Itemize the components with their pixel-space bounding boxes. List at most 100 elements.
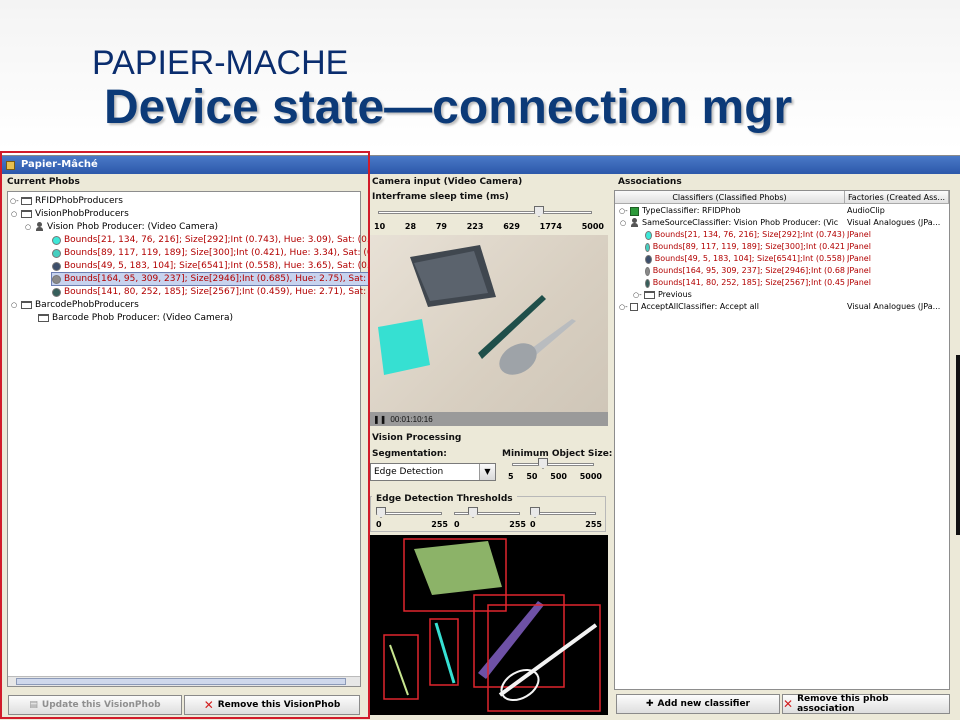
phob-color-icon (645, 254, 652, 264)
cloth-edges (414, 541, 502, 595)
associations-table[interactable]: Classifiers (Classified Phobs) Factories… (614, 190, 950, 690)
table-row[interactable]: ○ SameSourceClassifier: Vision Phob Prod… (615, 217, 949, 229)
folder-icon (21, 301, 32, 309)
slider-track (454, 512, 520, 515)
cell-text: Bounds[89, 117, 119, 189]; Size[300];Int… (652, 242, 845, 251)
threshold-slider-3[interactable] (530, 506, 596, 520)
classifier-cell: Bounds[141, 80, 252, 185]; Size[2567];In… (645, 277, 845, 289)
table-row[interactable]: Bounds[89, 117, 119, 189]; Size[300];Int… (615, 241, 949, 253)
threshold-slider-2[interactable] (454, 506, 520, 520)
edge-detection-view (370, 535, 608, 715)
column-header-factories[interactable]: Factories (Created Ass... (845, 191, 949, 204)
expand-icon[interactable]: ○- (633, 289, 642, 301)
expand-icon[interactable]: ○- (10, 195, 19, 207)
phob-item[interactable]: Bounds[89, 117, 119, 189]; Size[300];Int… (52, 247, 396, 259)
add-icon: ✚ (646, 699, 654, 709)
table-row[interactable]: Bounds[141, 80, 252, 185]; Size[2567];In… (615, 277, 949, 289)
slider-thumb[interactable] (468, 507, 478, 518)
tree-node-label: BarcodePhobProducers (35, 300, 139, 310)
slider-thumb[interactable] (534, 206, 544, 217)
pause-icon[interactable]: ❚❚ (373, 415, 386, 424)
folder-icon (21, 210, 32, 218)
teal-edges (434, 622, 456, 684)
threshold-slider-1[interactable] (376, 506, 442, 520)
tree-node-vision[interactable]: ○ VisionPhobProducers (10, 208, 129, 220)
factory-cell: JPanel (847, 266, 871, 275)
slider-thumb[interactable] (538, 458, 548, 469)
cell-text: TypeClassifier: RFIDPhob (642, 206, 741, 215)
slider-track (512, 463, 594, 466)
table-row[interactable]: ○- AcceptAllClassifier: Accept all Visua… (615, 301, 949, 313)
remove-association-button[interactable]: ✕ Remove this phob association (782, 694, 950, 714)
cell-text: Bounds[21, 134, 76, 216]; Size[292];Int … (654, 230, 845, 239)
classifier-cell: Bounds[89, 117, 119, 189]; Size[300];Int… (645, 241, 845, 253)
phobs-tree[interactable]: ○- RFIDPhobProducers ○ VisionPhobProduce… (7, 191, 400, 687)
classifier-cell: Bounds[164, 95, 309, 237]; Size[2946];In… (645, 265, 845, 277)
interframe-sleep-slider[interactable] (378, 205, 592, 219)
teal-card-object (378, 319, 430, 375)
add-classifier-button[interactable]: ✚ Add new classifier (616, 694, 780, 714)
collapse-icon[interactable]: ○ (10, 299, 18, 311)
table-row[interactable]: Bounds[164, 95, 309, 237]; Size[2946];In… (615, 265, 949, 277)
tree-node-label: VisionPhobProducers (35, 209, 129, 219)
tree-node-barcode-producer[interactable]: Barcode Phob Producer: (Video Camera) (38, 312, 233, 324)
phob-label: Bounds[21, 134, 76, 216]; Size[292];Int … (64, 235, 391, 245)
tick-label: 255 (585, 520, 602, 529)
phob-color-icon (52, 287, 61, 297)
sleep-ticks: 10 28 79 223 629 1774 5000 (374, 222, 604, 231)
slider-track (378, 211, 592, 214)
phob-item[interactable]: Bounds[141, 80, 252, 185]; Size[2567];In… (52, 286, 398, 298)
window-titlebar[interactable]: Papier-Mâché (0, 156, 960, 174)
classifier-cell: ○- TypeClassifier: RFIDPhob (619, 205, 845, 217)
tree-node-barcode[interactable]: ○ BarcodePhobProducers (10, 299, 139, 311)
remove-visionphob-button[interactable]: ✕ Remove this VisionPhob (184, 695, 360, 715)
remove-icon: ✕ (203, 698, 214, 712)
camera-feed (370, 235, 608, 412)
associations-title: Associations (618, 177, 682, 187)
bounding-box (383, 634, 419, 700)
tick-label: 629 (503, 222, 520, 231)
chevron-down-icon[interactable]: ▼ (479, 464, 495, 480)
phob-label: Bounds[164, 95, 309, 237]; Size[2946];In… (64, 274, 399, 284)
update-visionphob-button[interactable]: ▤ Update this VisionPhob (8, 695, 182, 715)
slide-header: PAPIER-MACHE Device state—connection mgr (0, 0, 960, 150)
tree-node-label: Vision Phob Producer: (Video Camera) (47, 222, 218, 232)
vision-title: Vision Processing (372, 433, 462, 443)
min-size-slider[interactable] (512, 457, 594, 471)
slider-thumb[interactable] (376, 507, 386, 518)
cell-text: AcceptAllClassifier: Accept all (641, 302, 759, 311)
threshold-2-ticks: 0 255 (454, 520, 526, 529)
classifier-cell: ○- Previous (633, 289, 845, 301)
scrollbar-thumb[interactable] (16, 678, 346, 685)
tick-label: 255 (431, 520, 448, 529)
collapse-icon[interactable]: ○ (619, 217, 627, 229)
segmentation-select[interactable]: Edge Detection ▼ (370, 463, 496, 481)
slide-kicker: PAPIER-MACHE (92, 44, 349, 82)
phob-color-icon (645, 266, 650, 276)
video-timecode: 00:01:10:16 (390, 414, 433, 424)
classifier-icon (630, 206, 639, 216)
video-controls: ❚❚ 00:01:10:16 (370, 412, 608, 426)
tick-label: 5 (508, 472, 514, 481)
app-icon (6, 160, 15, 170)
slider-thumb[interactable] (530, 507, 540, 518)
edge-scene (383, 538, 601, 712)
tree-horizontal-scrollbar[interactable] (8, 676, 360, 686)
tree-node-vision-producer[interactable]: ○ Vision Phob Producer: (Video Camera) (24, 221, 218, 233)
tick-label: 0 (454, 520, 460, 529)
tree-node-rfid[interactable]: ○- RFIDPhobProducers (10, 195, 123, 207)
table-row[interactable]: ○- TypeClassifier: RFIDPhob AudioClip (615, 205, 949, 217)
phob-item[interactable]: Bounds[49, 5, 183, 104]; Size[6541];Int … (52, 260, 390, 272)
column-header-classifiers[interactable]: Classifiers (Classified Phobs) (615, 191, 845, 204)
expand-icon[interactable]: ○- (619, 301, 628, 313)
table-row[interactable]: Bounds[21, 134, 76, 216]; Size[292];Int … (615, 229, 949, 241)
collapse-icon[interactable]: ○ (24, 221, 32, 233)
phob-item[interactable]: Bounds[21, 134, 76, 216]; Size[292];Int … (52, 234, 390, 246)
sleep-time-label: Interframe sleep time (ms) (372, 192, 509, 202)
tick-label: 223 (466, 222, 484, 231)
table-row[interactable]: ○- Previous (615, 289, 949, 301)
table-row[interactable]: Bounds[49, 5, 183, 104]; Size[6541];Int … (615, 253, 949, 265)
collapse-icon[interactable]: ○ (10, 208, 18, 220)
expand-icon[interactable]: ○- (619, 205, 628, 217)
phob-item-selected[interactable]: Bounds[164, 95, 309, 237]; Size[2946];In… (50, 272, 400, 286)
